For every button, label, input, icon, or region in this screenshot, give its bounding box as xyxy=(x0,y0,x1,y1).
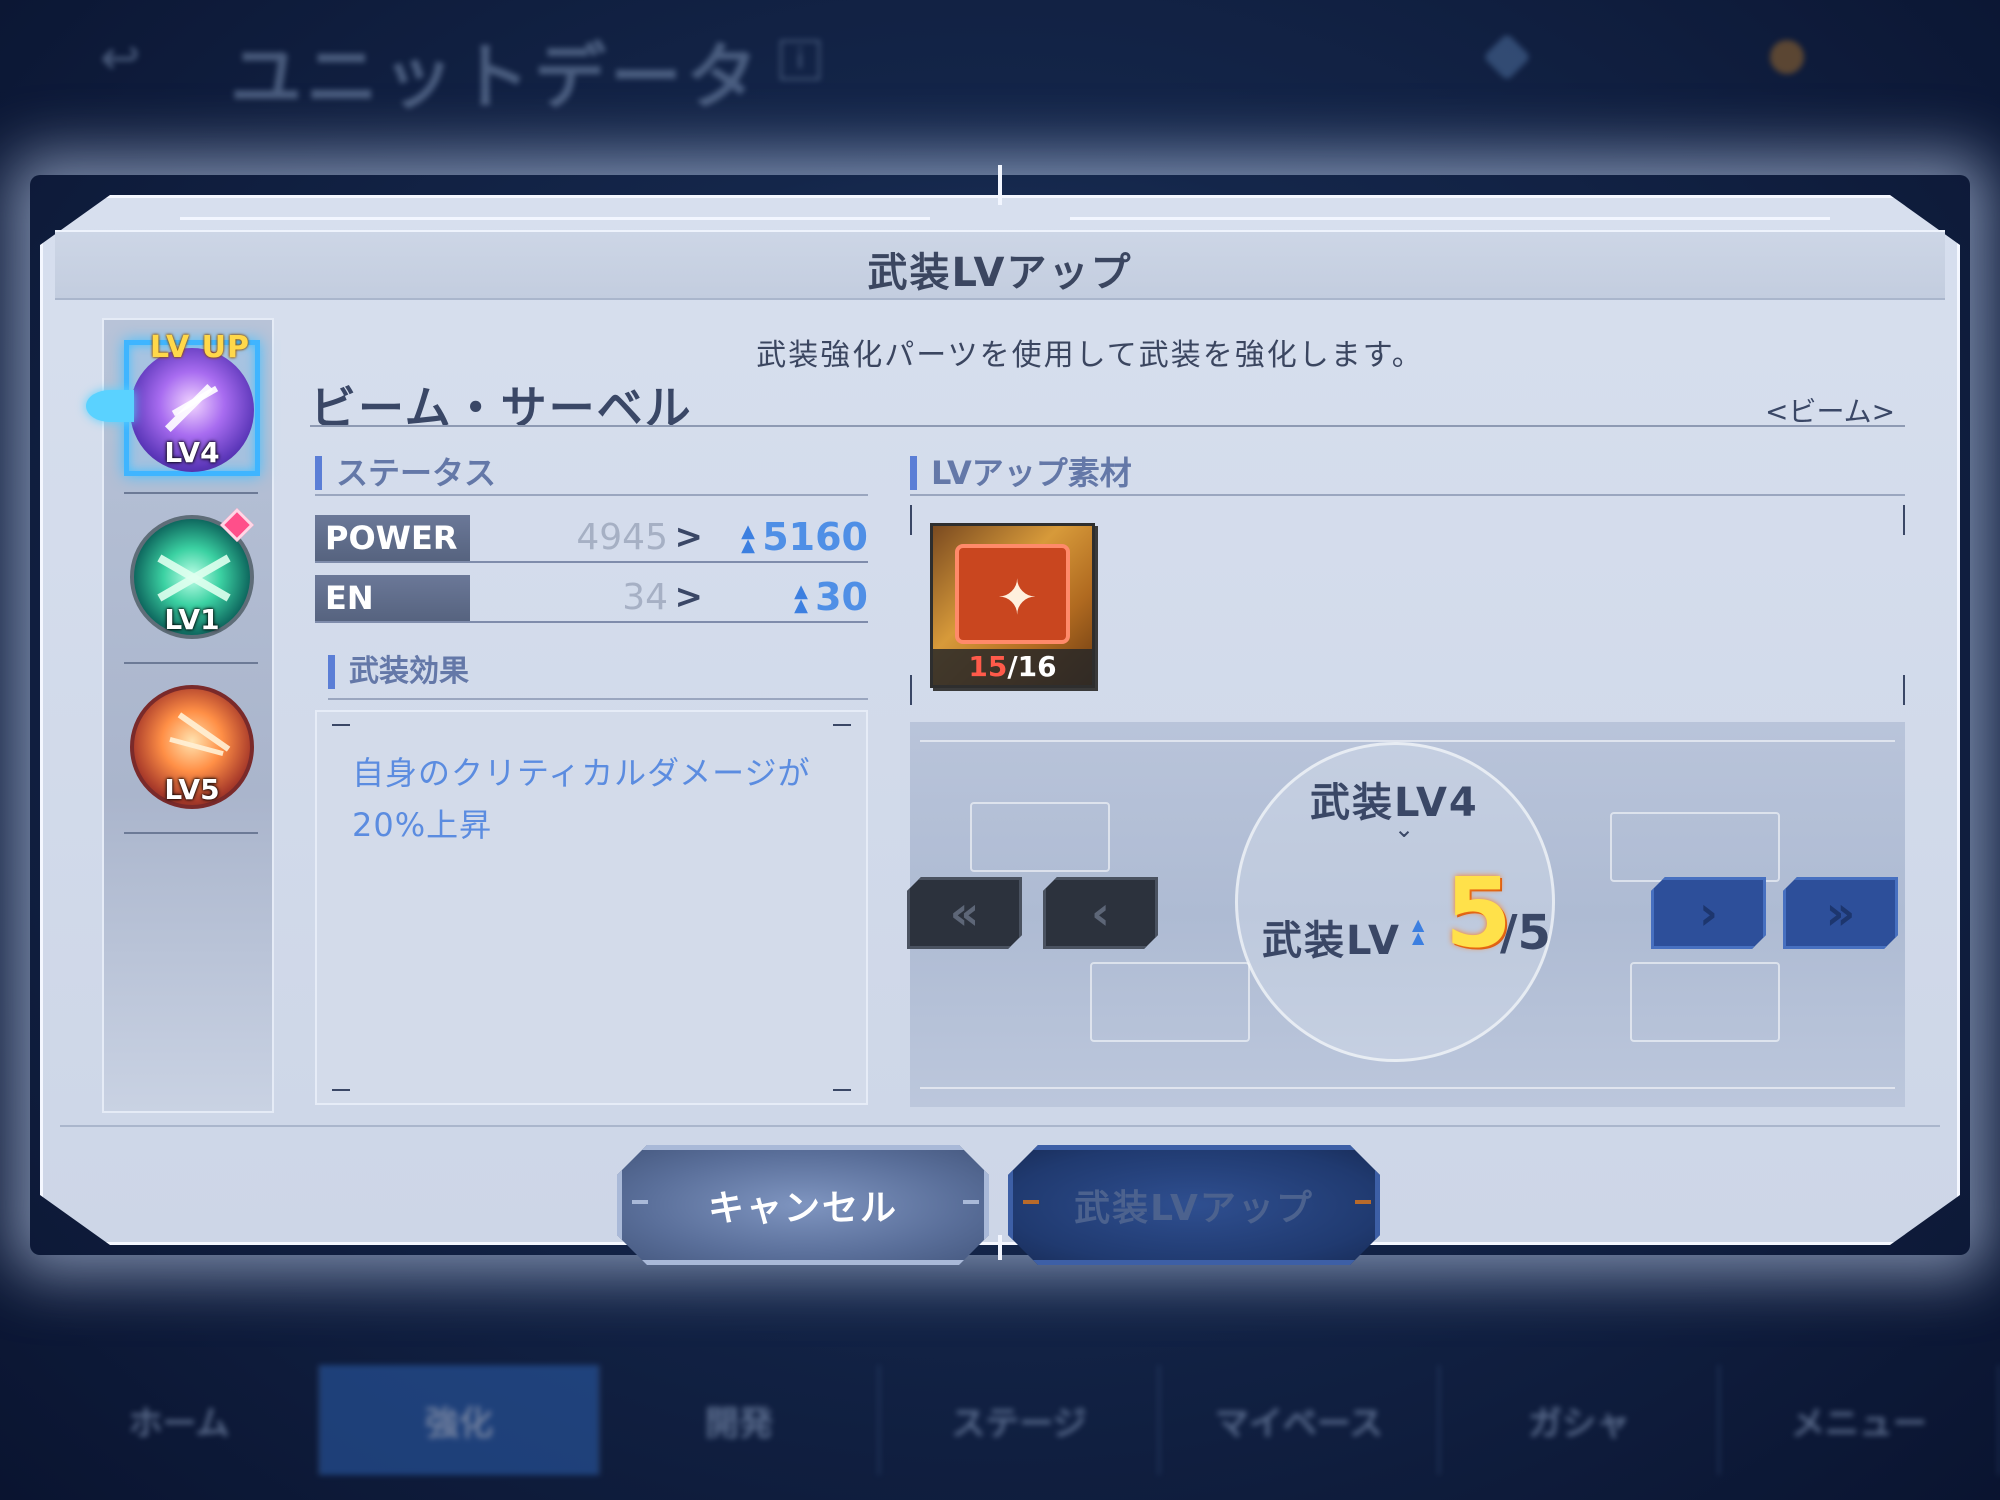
material-have: 15 xyxy=(968,650,1008,683)
button-accent xyxy=(1023,1200,1039,1204)
arrow-burst-icon: ✦ xyxy=(997,570,1038,626)
selection-pointer-icon xyxy=(86,390,134,422)
material-need: /16 xyxy=(1007,650,1057,683)
nav-enhance: 強化 xyxy=(320,1365,600,1475)
stat-row-power: POWER 4945 > ▲ ▲ 5160 xyxy=(315,515,868,563)
lvup-badge: LV UP xyxy=(150,330,250,365)
button-accent xyxy=(963,1200,979,1204)
weapon-sidebar: LV4 LV UP LV1 LV5 xyxy=(102,318,274,1113)
back-arrow-icon: ↩ xyxy=(100,30,141,86)
sidebar-divider xyxy=(124,662,258,664)
stat-old-value: 4945 xyxy=(576,517,668,558)
dialog-title-bar: 武装LVアップ xyxy=(55,230,1945,300)
upgrade-part-icon: ✦ xyxy=(955,544,1070,644)
nav-menu: メニュー xyxy=(1720,1365,2000,1475)
sidebar-divider xyxy=(124,492,258,494)
effect-box: 自身のクリティカルダメージが20%上昇 xyxy=(315,710,868,1105)
bracket xyxy=(910,505,912,535)
corner-mark xyxy=(833,1089,851,1091)
material-count: 15/16 xyxy=(933,649,1092,685)
spark-icon xyxy=(171,385,219,417)
new-level-label: 武装LV xyxy=(1262,918,1401,964)
bracket xyxy=(1903,505,1905,535)
status-divider xyxy=(315,494,868,496)
effect-heading: 武装効果 xyxy=(328,655,469,689)
bracket xyxy=(1903,675,1905,705)
level-next-button[interactable]: › xyxy=(1651,877,1766,949)
stat-arrow: > xyxy=(674,577,704,617)
corner-mark xyxy=(833,724,851,726)
screen-title: ユニットデータ xyxy=(230,35,763,119)
weapon-3-level: LV5 xyxy=(164,773,220,806)
cancel-button[interactable]: キャンセル xyxy=(617,1145,989,1265)
circuit-shape xyxy=(1630,962,1780,1042)
max-level: /5 xyxy=(1500,905,1551,961)
stat-new-value: 30 xyxy=(815,575,868,619)
effect-text: 自身のクリティカルダメージが20%上昇 xyxy=(352,754,811,844)
nav-stage: ステージ xyxy=(880,1365,1160,1475)
materials-heading: LVアップ素材 xyxy=(910,456,1132,490)
level-max-button[interactable]: » xyxy=(1783,877,1898,949)
corner-mark xyxy=(332,1089,350,1091)
stat-arrow: > xyxy=(674,517,704,557)
level-prev-button[interactable]: ‹ xyxy=(1043,877,1158,949)
frame-center-mark xyxy=(998,1235,1002,1260)
button-accent xyxy=(1355,1200,1371,1204)
frame-accent-line xyxy=(180,217,930,220)
background-nav-bar: ホーム 強化 開発 ステージ マイベース ガシャ メニュー xyxy=(0,1340,2000,1500)
gem-icon xyxy=(1482,32,1532,82)
stat-label: EN xyxy=(315,575,470,621)
circuit-shape xyxy=(1090,962,1250,1042)
stat-old-value: 34 xyxy=(622,577,668,618)
weapon-2-level: LV1 xyxy=(164,603,220,636)
name-underline xyxy=(310,425,1905,427)
circuit-shape xyxy=(970,802,1110,872)
sidebar-divider xyxy=(124,832,258,834)
material-item[interactable]: ✦ 15/16 xyxy=(930,523,1095,688)
weapon-name: ビーム・サーベル xyxy=(310,381,693,435)
nav-mybase: マイベース xyxy=(1160,1365,1440,1475)
weapon-type: <ビーム> xyxy=(1765,395,1896,428)
stat-up-icon: ▲ ▲ xyxy=(741,521,755,556)
dialog-description: 武装強化パーツを使用して武装を強化します。 xyxy=(756,338,1424,373)
bottom-divider xyxy=(60,1125,1940,1127)
dialog-title: 武装LVアップ xyxy=(867,250,1133,296)
weapon-lvup-button[interactable]: 武装LVアップ xyxy=(1008,1145,1380,1265)
bracket xyxy=(910,675,912,705)
info-icon: i xyxy=(780,40,820,80)
corner-mark xyxy=(332,724,350,726)
stat-row-en: EN 34 > ▲ ▲ 30 xyxy=(315,575,868,623)
coin-icon xyxy=(1770,40,1804,74)
background-header: ↩ ユニットデータ i xyxy=(0,0,2000,130)
level-up-icon: ▲ ▲ xyxy=(1412,915,1425,947)
circuit-shape xyxy=(1610,812,1780,882)
nav-develop: 開発 xyxy=(600,1365,880,1475)
frame-center-mark xyxy=(998,165,1002,205)
button-accent xyxy=(632,1200,648,1204)
stat-label: POWER xyxy=(315,515,470,561)
level-min-button[interactable]: « xyxy=(907,877,1022,949)
weapon-slot-1[interactable]: LV4 xyxy=(130,348,254,472)
nav-home: ホーム xyxy=(40,1365,320,1475)
weapon-1-level: LV4 xyxy=(164,436,220,469)
stat-up-icon: ▲ ▲ xyxy=(794,581,808,616)
effect-divider xyxy=(328,698,868,700)
circuit-line xyxy=(920,1087,1895,1089)
chevron-down-icon: ⌄ xyxy=(1394,815,1415,843)
nav-gacha: ガシャ xyxy=(1440,1365,1720,1475)
frame-accent-line xyxy=(1070,217,1830,220)
stat-new-value: 5160 xyxy=(762,515,868,559)
weapon-slot-3[interactable]: LV5 xyxy=(130,685,254,809)
status-heading: ステータス xyxy=(315,456,496,490)
materials-divider xyxy=(910,494,1905,496)
